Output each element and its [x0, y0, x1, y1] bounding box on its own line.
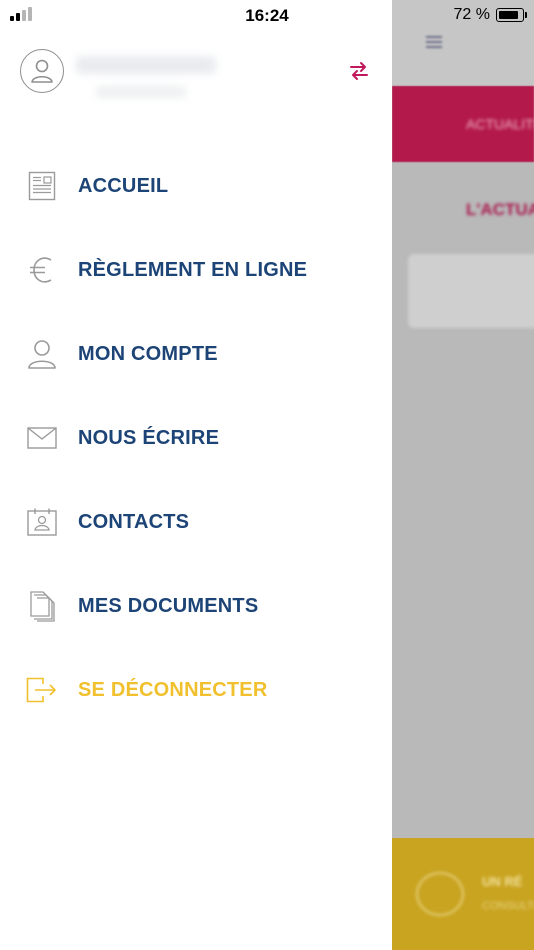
logout-label: SE DÉCONNECTER: [78, 678, 268, 701]
hamburger-menu-icon[interactable]: [426, 36, 442, 48]
speech-bubble-icon: [416, 872, 464, 916]
menu-item-label: ACCUEIL: [78, 174, 169, 197]
status-bar: 16:24 72 %: [0, 0, 534, 30]
tab-actualites[interactable]: ACTUALITÉS: [466, 116, 534, 132]
menu-item-se-deconnecter[interactable]: SE DÉCONNECTER: [0, 648, 392, 732]
battery-percent: 72 %: [453, 6, 490, 23]
menu-item-contacts[interactable]: CONTACTS: [0, 480, 392, 564]
side-drawer: ACCUEIL RÈGLEMENT EN LIGNE MON COMPTE NO…: [0, 0, 392, 950]
banner-title: UN RÉ: [482, 874, 523, 889]
avatar[interactable]: [20, 49, 64, 93]
menu-item-mon-compte[interactable]: MON COMPTE: [0, 312, 392, 396]
menu-item-accueil[interactable]: ACCUEIL: [0, 144, 392, 228]
logout-icon: [26, 674, 58, 706]
background-app-screen[interactable]: ACTUALITÉS L'ACTUALITÉ UN RÉ CONSULTER: [392, 0, 534, 950]
menu-item-label: NOUS ÉCRIRE: [78, 426, 220, 449]
swap-arrows-icon[interactable]: [348, 61, 370, 86]
menu-item-label: RÈGLEMENT EN LIGNE: [78, 258, 308, 281]
blurred-user-detail: [96, 86, 186, 98]
drawer-menu: ACCUEIL RÈGLEMENT EN LIGNE MON COMPTE NO…: [0, 144, 392, 732]
menu-item-label: MON COMPTE: [78, 342, 218, 365]
menu-item-reglement-en-ligne[interactable]: RÈGLEMENT EN LIGNE: [0, 228, 392, 312]
news-card[interactable]: [408, 254, 534, 328]
user-icon: [26, 338, 58, 370]
user-avatar-icon: [31, 59, 53, 83]
info-banner[interactable]: UN RÉ CONSULTER: [392, 838, 534, 950]
battery-icon: [496, 8, 527, 22]
app-tab-bar: ACTUALITÉS: [392, 86, 534, 162]
menu-item-label: MES DOCUMENTS: [78, 594, 259, 617]
menu-item-mes-documents[interactable]: MES DOCUMENTS: [0, 564, 392, 648]
documents-icon: [26, 590, 58, 622]
menu-item-nous-ecrire[interactable]: NOUS ÉCRIRE: [0, 396, 392, 480]
banner-subtitle: CONSULTER: [482, 900, 534, 912]
section-title: L'ACTUALITÉ: [466, 200, 534, 219]
menu-item-label: CONTACTS: [78, 510, 190, 533]
battery-indicator: 72 %: [453, 6, 527, 24]
blurred-user-name: [76, 56, 216, 74]
envelope-icon: [26, 422, 58, 454]
newspaper-icon: [26, 170, 58, 202]
euro-icon: [26, 254, 58, 286]
contact-card-icon: [26, 506, 58, 538]
